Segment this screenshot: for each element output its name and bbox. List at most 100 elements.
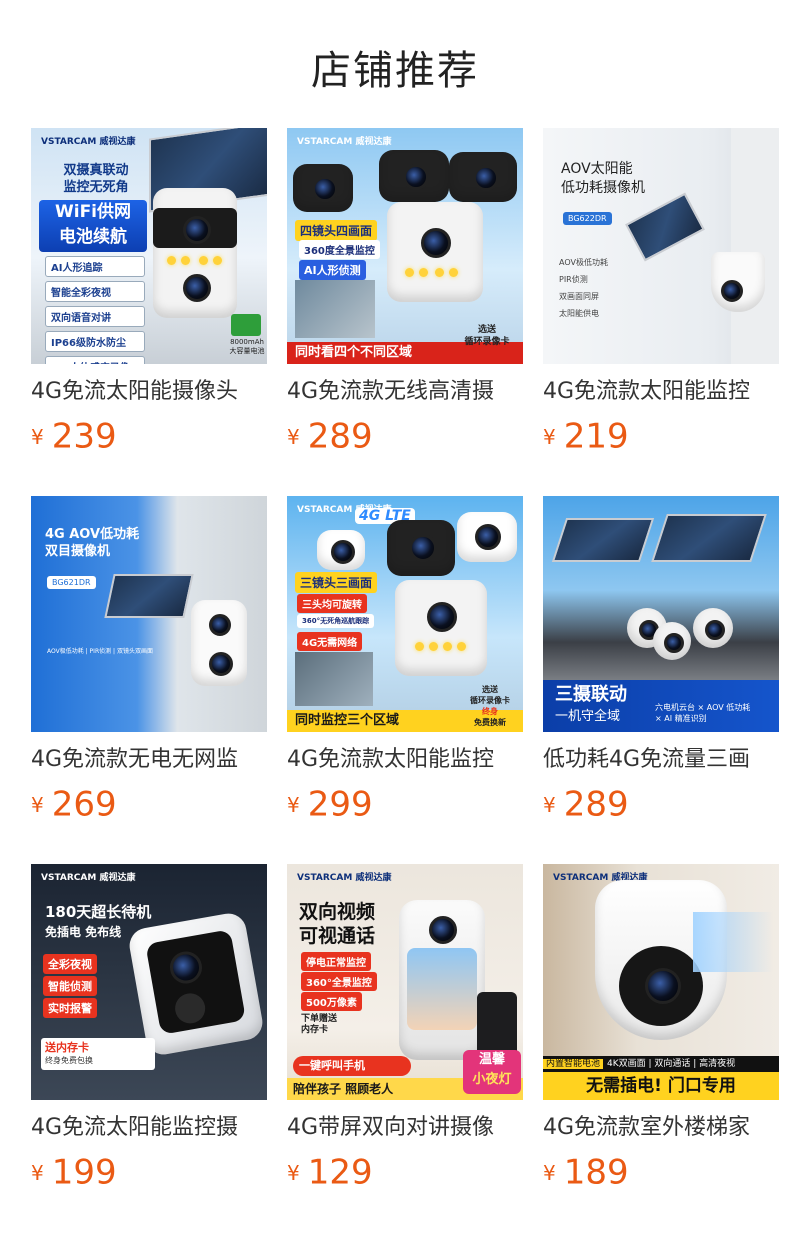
product-name[interactable]: 4G免流款室外楼梯家: [543, 1112, 779, 1144]
product-name[interactable]: 4G免流款太阳能监控: [543, 376, 779, 408]
battery-caption: 大容量电池: [229, 347, 265, 355]
headline-line: 4G AOV低功耗: [45, 527, 140, 542]
camera-head: [653, 622, 691, 660]
call-banner: 一键呼叫手机: [293, 1056, 411, 1076]
feature-item: AOV 低功耗: [706, 703, 751, 712]
brand-logo: VSTARCAM 威视达康: [297, 137, 392, 147]
strip-tag: 内置智能电池: [543, 1059, 604, 1069]
footer-banner: 无需插电! 门口专用: [543, 1072, 779, 1100]
feature-strip: 4K双画面 | 双向通话 | 高清夜视: [607, 1059, 736, 1069]
feature-item: PIR侦测: [559, 275, 588, 284]
feature-item: 双画面同屏: [559, 292, 599, 301]
preview-grid: [295, 652, 373, 706]
feature-tag: 三头均可旋转: [297, 594, 367, 613]
feature-tag: 360°无死角巡航跟踪: [297, 614, 375, 628]
product-image[interactable]: VSTARCAM 威视达康 180天超长待机 免插电 免布线 全彩夜视 智能侦测…: [31, 864, 267, 1100]
price-value: 239: [51, 416, 117, 457]
product-card[interactable]: AOV太阳能 低功耗摄像机 BG622DR AOV极低功耗 PIR侦测 双画面同…: [543, 128, 779, 458]
product-card[interactable]: VSTARCAM 威视达康 4G LTE 三镜头三画面 三头均可旋转 360°无…: [287, 496, 523, 826]
product-price: ¥199: [31, 1150, 267, 1194]
feature-tag: 4G无需网络: [297, 632, 363, 651]
currency-symbol: ¥: [543, 424, 556, 449]
brand-logo: VSTARCAM 威视达康: [297, 873, 392, 883]
product-image[interactable]: VSTARCAM 威视达康 内置智能电池 4K双画面 | 双向通话 | 高清夜视 …: [543, 864, 779, 1100]
product-image[interactable]: 三摄联动 一机守全域 六电机云台 × AOV 低功耗 × AI 精准识别: [543, 496, 779, 732]
camera-body: [387, 202, 483, 302]
product-card[interactable]: 三摄联动 一机守全域 六电机云台 × AOV 低功耗 × AI 精准识别 低功耗4…: [543, 496, 779, 826]
badge-line: 温馨: [478, 1052, 505, 1067]
product-name[interactable]: 4G免流款无电无网监: [31, 744, 267, 776]
product-name[interactable]: 低功耗4G免流量三画: [543, 744, 779, 776]
headline-line: AOV太阳能: [561, 161, 633, 177]
product-card[interactable]: 4G AOV低功耗 双目摄像机 BG621DR AOV极低功耗 | PIR侦测 …: [31, 496, 267, 826]
camera-body: [153, 188, 237, 318]
feature-item: 六电机云台: [655, 703, 695, 712]
badge-line: 免费换新: [474, 718, 506, 727]
feature-tag: 全彩夜视: [43, 954, 97, 974]
feature-tag: 四镜头四画面: [295, 220, 378, 241]
camera-head: [379, 150, 449, 202]
product-price: ¥289: [287, 414, 523, 458]
model-tag: BG622DR: [563, 212, 612, 225]
product-card[interactable]: VSTARCAM 威视达康 内置智能电池 4K双画面 | 双向通话 | 高清夜视 …: [543, 864, 779, 1194]
solar-panel: [651, 514, 767, 562]
camera-body: [399, 900, 485, 1060]
feature-tag: PIR人体感应录像: [45, 356, 145, 364]
product-price: ¥239: [31, 414, 267, 458]
feature-item: 太阳能供电: [559, 309, 599, 318]
product-image[interactable]: AOV太阳能 低功耗摄像机 BG622DR AOV极低功耗 PIR侦测 双画面同…: [543, 128, 779, 364]
currency-symbol: ¥: [31, 424, 44, 449]
price-value: 219: [563, 416, 629, 457]
price-value: 269: [51, 784, 117, 825]
headline-line: 双目摄像机: [45, 544, 111, 559]
camera-head: [317, 530, 365, 570]
solar-panel: [104, 574, 194, 618]
price-value: 289: [563, 784, 629, 825]
product-card[interactable]: VSTARCAM 威视达康 四镜头四画面 360度全景监控 AI人形侦测 同时看…: [287, 128, 523, 458]
product-card[interactable]: VSTARCAM 威视达康 双摄真联动 监控无死角 WiFi供网 电池续航 AI…: [31, 128, 267, 458]
product-image[interactable]: VSTARCAM 威视达康 双向视频 可视通话 停电正常监控 360°全景监控 …: [287, 864, 523, 1100]
camera-head: [387, 520, 455, 576]
badge-line: 循环录像卡: [470, 696, 510, 705]
product-name[interactable]: 4G免流款无线高清摄: [287, 376, 523, 408]
headline-line: 低功耗摄像机: [561, 180, 645, 196]
wifi-banner: WiFi供网 电池续航: [39, 200, 147, 252]
product-card[interactable]: VSTARCAM 威视达康 双向视频 可视通话 停电正常监控 360°全景监控 …: [287, 864, 523, 1194]
headline-line: 双摄真联动: [63, 163, 129, 178]
gift-title: 送内存卡: [45, 1041, 89, 1054]
product-card[interactable]: VSTARCAM 威视达康 180天超长待机 免插电 免布线 全彩夜视 智能侦测…: [31, 864, 267, 1194]
product-image[interactable]: 4G AOV低功耗 双目摄像机 BG621DR AOV极低功耗 | PIR侦测 …: [31, 496, 267, 732]
product-image[interactable]: VSTARCAM 威视达康 4G LTE 三镜头三画面 三头均可旋转 360°无…: [287, 496, 523, 732]
badge-line: 选送: [482, 685, 498, 694]
model-tag: BG621DR: [47, 576, 96, 589]
badge-line: 循环录像卡: [464, 337, 510, 347]
product-name[interactable]: 4G带屏双向对讲摄像: [287, 1112, 523, 1144]
feature-tag: 500万像素: [301, 992, 362, 1011]
feature-tag: 实时报警: [43, 998, 97, 1018]
currency-symbol: ¥: [31, 1160, 44, 1185]
feature-tag: 360°全景监控: [301, 972, 377, 991]
brand-logo: VSTARCAM 威视达康: [41, 873, 136, 883]
camera-head: [693, 608, 733, 648]
product-name[interactable]: 4G免流太阳能摄像头: [31, 376, 267, 408]
product-image[interactable]: VSTARCAM 威视达康 四镜头四画面 360度全景监控 AI人形侦测 同时看…: [287, 128, 523, 364]
section-title: 店铺推荐: [311, 48, 479, 94]
battery-capacity: 8000mAh: [230, 338, 264, 346]
gift-line: 内存卡: [301, 1025, 329, 1035]
feature-tag: 智能全彩夜视: [45, 281, 145, 302]
product-name[interactable]: 4G免流款太阳能监控: [287, 744, 523, 776]
video-screen: [407, 948, 477, 1030]
feature-tag: 停电正常监控: [301, 952, 371, 971]
wifi-line: 电池续航: [59, 227, 127, 247]
headline-line: 180天超长待机: [45, 903, 152, 921]
product-price: ¥189: [543, 1150, 779, 1194]
feature-tag: 双向语音对讲: [45, 306, 145, 327]
camera-body: [711, 252, 765, 312]
product-image[interactable]: VSTARCAM 威视达康 双摄真联动 监控无死角 WiFi供网 电池续航 AI…: [31, 128, 267, 364]
feature-tag: 360度全景监控: [299, 240, 380, 259]
currency-symbol: ¥: [543, 792, 556, 817]
product-name[interactable]: 4G免流太阳能监控摄: [31, 1112, 267, 1144]
camera-head: [457, 512, 517, 562]
solar-panel: [551, 518, 655, 562]
headline-line: 监控无死角: [63, 180, 129, 195]
